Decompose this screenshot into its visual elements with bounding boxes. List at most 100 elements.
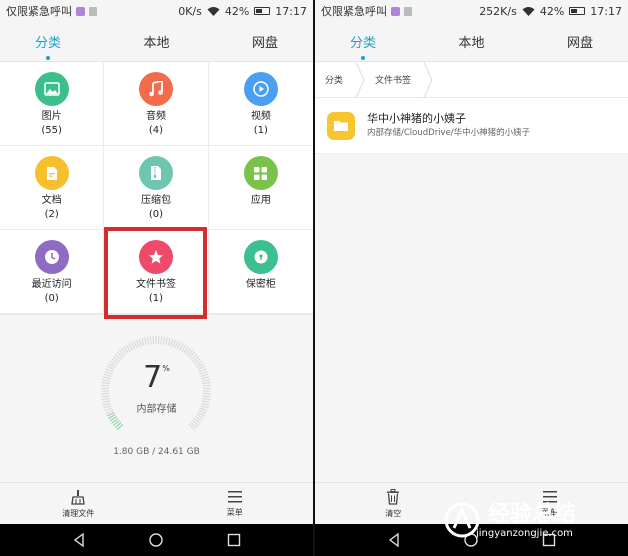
category-label: 音频 bbox=[145, 111, 166, 122]
notification-alert-icon bbox=[89, 6, 97, 16]
chevron-right-icon bbox=[355, 61, 365, 98]
menu-icon bbox=[542, 490, 557, 502]
image-icon bbox=[34, 72, 69, 106]
battery-icon bbox=[569, 7, 586, 15]
clock-time: 17:17 bbox=[275, 4, 307, 18]
menu-label: 菜单 bbox=[541, 507, 558, 517]
bottom-action-bar: 清理文件 菜单 bbox=[0, 482, 313, 524]
category-label: 保密柜 bbox=[245, 279, 276, 290]
gauge-tick bbox=[160, 336, 163, 345]
file-manager-categories-screen: 仅限紧急呼叫 0K/s 42% 17:17 分类 本地 网盘 图片 (55) 音… bbox=[0, 0, 313, 556]
file-bookmarks-screen: 仅限紧急呼叫 252K/s 42% 17:17 分类 本地 网盘 分类 文件书签… bbox=[315, 0, 628, 556]
network-speed: 252K/s bbox=[479, 4, 517, 18]
category-count: (1) bbox=[253, 125, 268, 136]
breadcrumb-item-categories[interactable]: 分类 bbox=[315, 62, 355, 98]
tab-local[interactable]: 本地 bbox=[448, 32, 496, 51]
broom-icon bbox=[71, 489, 85, 505]
star-icon bbox=[138, 240, 173, 274]
document-icon bbox=[34, 156, 69, 190]
folder-icon bbox=[327, 111, 355, 140]
category-video[interactable]: 视频 (1) bbox=[208, 62, 313, 146]
category-images[interactable]: 图片 (55) bbox=[0, 62, 105, 146]
gauge-tick bbox=[165, 337, 168, 346]
recents-icon[interactable] bbox=[227, 533, 241, 547]
tab-cloud[interactable]: 网盘 bbox=[556, 32, 604, 51]
category-archives[interactable]: 压缩包 (0) bbox=[104, 146, 209, 230]
storage-size: 1.80 GB / 24.61 GB bbox=[113, 447, 200, 457]
menu-label: 菜单 bbox=[226, 507, 243, 517]
trash-icon bbox=[387, 488, 400, 505]
storage-percent: 7% bbox=[143, 360, 170, 395]
home-icon[interactable] bbox=[464, 533, 479, 547]
carrier-text: 仅限紧急呼叫 bbox=[321, 5, 387, 18]
apps-grid-icon bbox=[243, 156, 278, 190]
back-icon[interactable] bbox=[72, 533, 86, 547]
category-label: 应用 bbox=[250, 195, 271, 206]
gauge-tick bbox=[167, 337, 171, 346]
wifi-icon bbox=[522, 7, 535, 16]
bookmark-folder-item[interactable]: 华中小神猪的小姨子 内部存储/CloudDrive/华中小神猪的小姨子 bbox=[315, 98, 628, 154]
status-bar: 仅限紧急呼叫 0K/s 42% 17:17 bbox=[0, 0, 313, 22]
back-icon[interactable] bbox=[387, 533, 401, 547]
tab-cloud[interactable]: 网盘 bbox=[241, 32, 289, 51]
battery-percent: 42% bbox=[224, 4, 250, 18]
category-label: 最近访问 bbox=[31, 279, 72, 290]
category-count: (0) bbox=[44, 293, 59, 304]
recents-icon[interactable] bbox=[542, 533, 556, 547]
clock-time: 17:17 bbox=[590, 4, 622, 18]
video-play-icon bbox=[243, 72, 278, 106]
category-documents[interactable]: 文档 (2) bbox=[0, 146, 105, 230]
gauge-tick bbox=[144, 337, 147, 346]
category-count: (1) bbox=[148, 293, 164, 304]
tab-categories[interactable]: 分类 bbox=[339, 32, 387, 60]
breadcrumb: 分类 文件书签 bbox=[315, 61, 628, 98]
category-safe[interactable]: 保密柜 bbox=[208, 230, 313, 314]
carrier-text: 仅限紧急呼叫 bbox=[6, 5, 72, 18]
internal-storage-widget[interactable]: 7% 内部存储 1.80 GB / 24.61 GB bbox=[0, 330, 313, 470]
category-audio[interactable]: 音频 (4) bbox=[104, 62, 209, 146]
menu-button[interactable]: 菜单 bbox=[472, 483, 628, 524]
category-apps[interactable]: 应用 bbox=[208, 146, 313, 230]
top-tabs: 分类 本地 网盘 bbox=[315, 22, 628, 62]
gauge-tick bbox=[146, 336, 150, 345]
home-icon[interactable] bbox=[149, 533, 164, 547]
network-speed: 0K/s bbox=[178, 4, 202, 18]
category-count: (2) bbox=[44, 209, 59, 220]
category-label: 文件书签 bbox=[135, 279, 176, 290]
gauge-tick bbox=[172, 339, 177, 348]
breadcrumb-item-bookmarks[interactable]: 文件书签 bbox=[365, 62, 423, 98]
clean-files-button[interactable]: 清理文件 bbox=[0, 483, 157, 524]
notification-app-icon bbox=[391, 6, 400, 16]
category-recent[interactable]: 最近访问 (0) bbox=[0, 230, 105, 314]
gauge-tick bbox=[202, 395, 211, 398]
folder-path: 内部存储/CloudDrive/华中小神猪的小姨子 bbox=[367, 128, 531, 138]
system-nav-bar bbox=[0, 524, 313, 556]
battery-icon bbox=[254, 7, 271, 15]
storage-label: 内部存储 bbox=[136, 404, 177, 415]
category-count: (0) bbox=[148, 209, 164, 220]
category-bookmarks[interactable]: 文件书签 (1) bbox=[104, 230, 209, 314]
bottom-action-bar: 清空 菜单 bbox=[315, 482, 628, 524]
category-grid: 图片 (55) 音频 (4) 视频 (1) 文档 (2) 压缩包 (0) 应用 … bbox=[0, 62, 313, 315]
gauge-tick bbox=[149, 336, 152, 345]
music-icon bbox=[138, 72, 173, 106]
gauge-tick bbox=[170, 338, 174, 347]
safe-icon bbox=[243, 240, 278, 274]
tab-local[interactable]: 本地 bbox=[133, 32, 181, 51]
top-tabs: 分类 本地 网盘 bbox=[0, 22, 313, 62]
clock-icon bbox=[34, 240, 69, 274]
category-count: (4) bbox=[148, 125, 164, 136]
clear-button[interactable]: 清空 bbox=[315, 483, 472, 524]
gauge-tick bbox=[135, 339, 140, 348]
menu-button[interactable]: 菜单 bbox=[157, 483, 314, 524]
zip-icon bbox=[138, 156, 173, 190]
category-label: 图片 bbox=[41, 111, 62, 122]
clear-label: 清空 bbox=[385, 508, 402, 518]
wifi-icon bbox=[207, 7, 220, 16]
battery-percent: 42% bbox=[539, 4, 565, 18]
folder-name: 华中小神猪的小姨子 bbox=[367, 112, 466, 125]
tab-categories[interactable]: 分类 bbox=[24, 32, 72, 60]
clean-files-label: 清理文件 bbox=[62, 508, 95, 518]
notification-alert-icon bbox=[404, 6, 412, 16]
chevron-right-icon bbox=[423, 61, 433, 98]
